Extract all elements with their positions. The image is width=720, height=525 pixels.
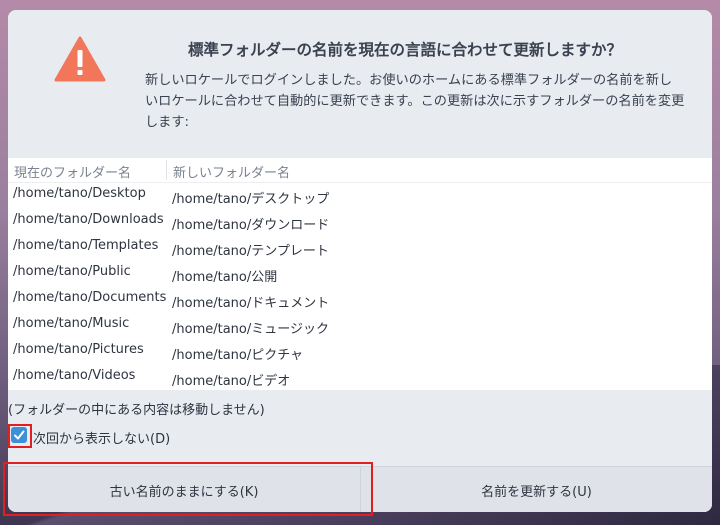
header-divider bbox=[8, 182, 712, 183]
table-header: 現在のフォルダー名 新しいフォルダー名 bbox=[8, 158, 712, 182]
new-folder-name: /home/tano/テンプレート bbox=[172, 244, 329, 259]
column-header-new[interactable]: 新しいフォルダー名 bbox=[173, 162, 290, 181]
new-folder-name: /home/tano/ドキュメント bbox=[172, 296, 330, 311]
current-folder-name: /home/tano/Documents bbox=[13, 290, 167, 305]
current-folder-name: /home/tano/Pictures bbox=[13, 342, 144, 357]
new-folder-name: /home/tano/公開 bbox=[172, 270, 278, 285]
column-header-current[interactable]: 現在のフォルダー名 bbox=[14, 162, 131, 181]
warning-icon bbox=[54, 36, 106, 82]
dont-show-again-label[interactable]: 次回から表示しない(D) bbox=[33, 428, 170, 447]
current-folder-name: /home/tano/Videos bbox=[13, 368, 136, 383]
new-folder-name: /home/tano/ダウンロード bbox=[172, 218, 330, 233]
table-row[interactable]: /home/tano/Downloads/home/tano/ダウンロード bbox=[8, 210, 712, 236]
button-bar: 古い名前のままにする(K) 名前を更新する(U) bbox=[8, 466, 712, 512]
dialog-header: 標準フォルダーの名前を現在の言語に合わせて更新しますか？ 新しいロケールでログイ… bbox=[8, 10, 712, 158]
table-row[interactable]: /home/tano/Music/home/tano/ミュージック bbox=[8, 314, 712, 340]
current-folder-name: /home/tano/Desktop bbox=[13, 186, 146, 201]
column-separator bbox=[166, 160, 167, 180]
current-folder-name: /home/tano/Downloads bbox=[13, 212, 164, 227]
update-names-button[interactable]: 名前を更新する(U) bbox=[361, 467, 712, 512]
table-row[interactable]: /home/tano/Videos/home/tano/ビデオ bbox=[8, 366, 712, 392]
new-folder-name: /home/tano/ミュージック bbox=[172, 322, 329, 337]
checkmark-icon bbox=[14, 430, 25, 440]
folder-rename-table: 現在のフォルダー名 新しいフォルダー名 /home/tano/Desktop/h… bbox=[8, 158, 712, 390]
current-folder-name: /home/tano/Public bbox=[13, 264, 131, 279]
current-folder-name: /home/tano/Music bbox=[13, 316, 130, 331]
current-folder-name: /home/tano/Templates bbox=[13, 238, 159, 253]
new-folder-name: /home/tano/ピクチャ bbox=[172, 348, 304, 363]
update-folders-dialog: 標準フォルダーの名前を現在の言語に合わせて更新しますか？ 新しいロケールでログイ… bbox=[8, 10, 712, 512]
dialog-title: 標準フォルダーの名前を現在の言語に合わせて更新しますか？ bbox=[188, 41, 623, 59]
table-row[interactable]: /home/tano/Desktop/home/tano/デスクトップ bbox=[8, 184, 712, 210]
note-text: (フォルダーの中にある内容は移動しません) bbox=[8, 403, 265, 418]
new-folder-name: /home/tano/デスクトップ bbox=[172, 192, 330, 207]
dont-show-again-checkbox[interactable] bbox=[11, 427, 27, 443]
new-folder-name: /home/tano/ビデオ bbox=[172, 374, 291, 389]
table-row[interactable]: /home/tano/Templates/home/tano/テンプレート bbox=[8, 236, 712, 262]
keep-old-names-label: 古い名前のままにする(K) bbox=[109, 484, 259, 500]
dialog-description: 新しいロケールでログインしました。お使いのホームにある標準フォルダーの名前を新し… bbox=[145, 73, 685, 130]
table-row[interactable]: /home/tano/Public/home/tano/公開 bbox=[8, 262, 712, 288]
update-names-label: 名前を更新する(U) bbox=[481, 484, 592, 500]
table-row[interactable]: /home/tano/Documents/home/tano/ドキュメント bbox=[8, 288, 712, 314]
table-row[interactable]: /home/tano/Pictures/home/tano/ピクチャ bbox=[8, 340, 712, 366]
dont-show-again-option[interactable]: 次回から表示しない(D) bbox=[8, 424, 208, 448]
keep-old-names-button[interactable]: 古い名前のままにする(K) bbox=[8, 467, 361, 512]
